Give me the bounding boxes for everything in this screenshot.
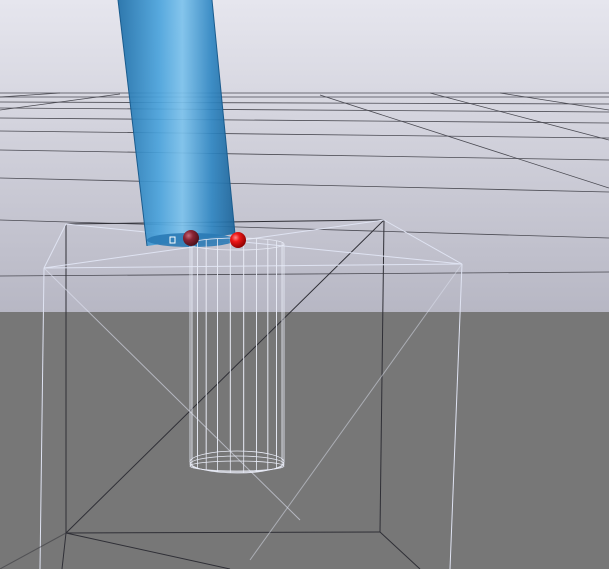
3d-scene[interactable] [0, 0, 609, 569]
red-contact-sphere[interactable] [230, 232, 246, 248]
3d-viewport[interactable] [0, 0, 609, 569]
ground-plane [0, 312, 609, 569]
dark-contact-sphere[interactable] [183, 230, 199, 246]
